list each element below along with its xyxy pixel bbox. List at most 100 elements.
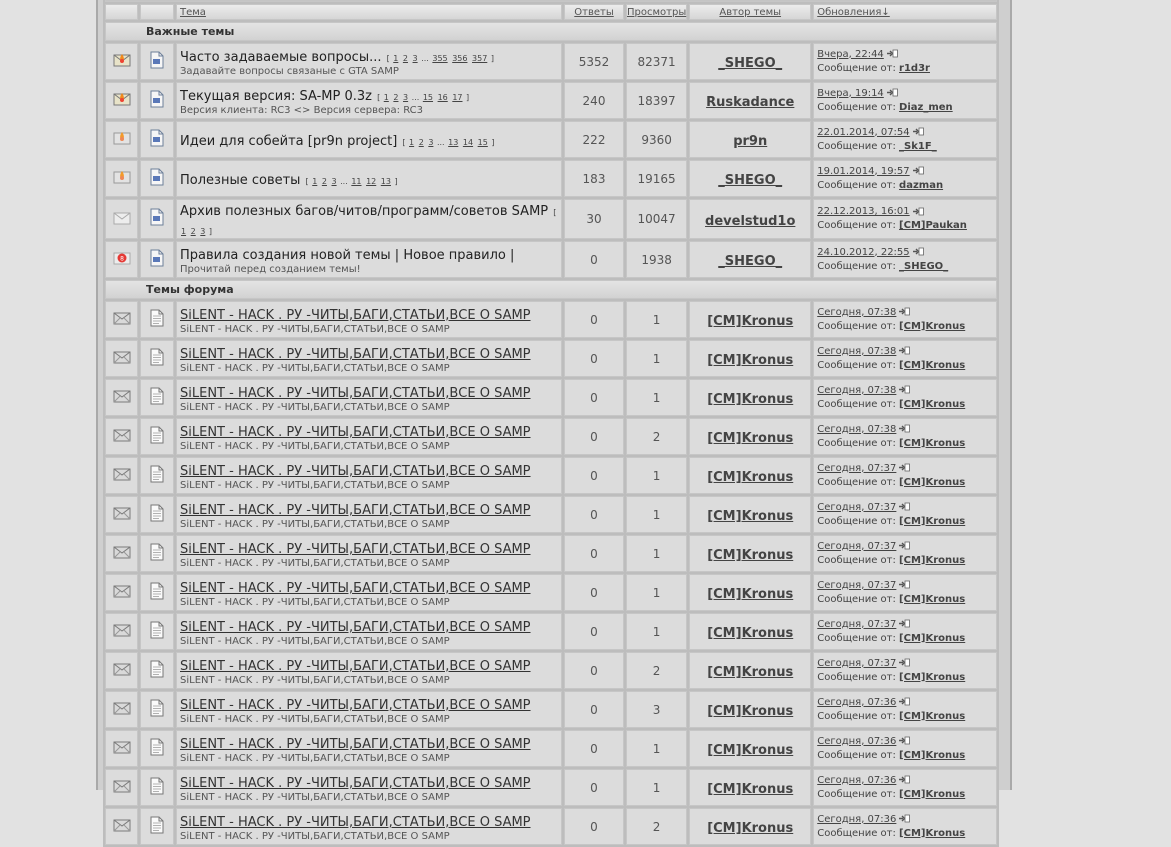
last-post-date-link[interactable]: Сегодня, 07:36 [817,814,896,825]
sort-by-updates-link[interactable]: Обновления↓ [817,7,890,18]
author-link[interactable]: Ruskadance [706,95,794,110]
last-post-user-link[interactable]: [CM]Kronus [899,672,965,683]
last-post-user-link[interactable]: [CM]Kronus [899,789,965,800]
go-to-last-post-icon[interactable] [898,580,911,589]
topic-title-link[interactable]: Идеи для собейта [pr9n project] [180,134,397,149]
page-link[interactable]: 2 [191,227,196,236]
last-post-user-link[interactable]: [CM]Kronus [899,711,965,722]
author-link[interactable]: [CM]Kronus [707,743,793,758]
page-link[interactable]: 1 [384,93,389,102]
last-post-date-link[interactable]: Сегодня, 07:37 [817,619,896,630]
go-to-last-post-icon[interactable] [898,619,911,628]
author-link[interactable]: [CM]Kronus [707,509,793,524]
go-to-last-post-icon[interactable] [912,127,924,136]
topic-title-link[interactable]: Текущая версия: SA-MP 0.3z [180,89,372,104]
go-to-last-post-icon[interactable] [912,207,924,216]
go-to-last-post-icon[interactable] [898,541,911,550]
last-post-user-link[interactable]: r1d3r [899,63,930,74]
author-link[interactable]: [CM]Kronus [707,821,793,836]
author-link[interactable]: _SHEGO_ [718,173,782,188]
author-link[interactable]: [CM]Kronus [707,470,793,485]
last-post-date-link[interactable]: 19.01.2014, 19:57 [817,166,909,177]
last-post-date-link[interactable]: Сегодня, 07:36 [817,697,896,708]
page-link[interactable]: 13 [381,177,391,186]
author-link[interactable]: [CM]Kronus [707,353,793,368]
topic-title-link[interactable]: SiLENT - HACK . РУ -ЧИТЫ,БАГИ,СТАТЬИ,ВСЕ… [180,386,531,401]
last-post-user-link[interactable]: [CM]Kronus [899,477,965,488]
page-link[interactable]: 15 [478,138,488,147]
last-post-user-link[interactable]: [CM]Paukan [899,220,967,231]
author-link[interactable]: [CM]Kronus [707,665,793,680]
last-post-date-link[interactable]: Сегодня, 07:37 [817,580,896,591]
go-to-last-post-icon[interactable] [898,736,911,745]
author-link[interactable]: [CM]Kronus [707,704,793,719]
last-post-user-link[interactable]: dazman [899,180,943,191]
topic-title-link[interactable]: Правила создания новой темы | Новое прав… [180,248,514,263]
last-post-date-link[interactable]: Сегодня, 07:37 [817,463,896,474]
last-post-user-link[interactable]: _Sk1F_ [899,141,937,152]
go-to-last-post-icon[interactable] [912,166,924,175]
author-link[interactable]: [CM]Kronus [707,548,793,563]
topic-title-link[interactable]: SiLENT - HACK . РУ -ЧИТЫ,БАГИ,СТАТЬИ,ВСЕ… [180,698,531,713]
go-to-last-post-icon[interactable] [886,49,898,58]
page-link[interactable]: 1 [181,227,186,236]
author-link[interactable]: [CM]Kronus [707,314,793,329]
page-link[interactable]: 357 [472,54,487,63]
last-post-user-link[interactable]: Diaz_men [899,102,953,113]
go-to-last-post-icon[interactable] [886,88,898,97]
last-post-date-link[interactable]: Сегодня, 07:37 [817,658,896,669]
last-post-user-link[interactable]: [CM]Kronus [899,321,965,332]
author-link[interactable]: pr9n [733,134,767,149]
topic-title-link[interactable]: SiLENT - HACK . РУ -ЧИТЫ,БАГИ,СТАТЬИ,ВСЕ… [180,308,531,323]
last-post-date-link[interactable]: Вчера, 19:14 [817,88,884,99]
last-post-date-link[interactable]: Сегодня, 07:38 [817,346,896,357]
last-post-user-link[interactable]: [CM]Kronus [899,594,965,605]
last-post-date-link[interactable]: Сегодня, 07:37 [817,541,896,552]
page-link[interactable]: 2 [393,93,398,102]
go-to-last-post-icon[interactable] [898,502,911,511]
go-to-last-post-icon[interactable] [898,814,911,823]
last-post-date-link[interactable]: 22.01.2014, 07:54 [817,127,909,138]
page-link[interactable]: 2 [322,177,327,186]
topic-title-link[interactable]: SiLENT - HACK . РУ -ЧИТЫ,БАГИ,СТАТЬИ,ВСЕ… [180,581,531,596]
go-to-last-post-icon[interactable] [898,307,911,316]
last-post-date-link[interactable]: 22.12.2013, 16:01 [817,206,909,217]
topic-title-link[interactable]: SiLENT - HACK . РУ -ЧИТЫ,БАГИ,СТАТЬИ,ВСЕ… [180,503,531,518]
page-link[interactable]: 1 [393,54,398,63]
sort-by-views-link[interactable]: Просмотры [627,7,686,18]
last-post-user-link[interactable]: [CM]Kronus [899,516,965,527]
topic-title-link[interactable]: SiLENT - HACK . РУ -ЧИТЫ,БАГИ,СТАТЬИ,ВСЕ… [180,425,531,440]
page-link[interactable]: 3 [428,138,433,147]
page-link[interactable]: 3 [200,227,205,236]
topic-title-link[interactable]: SiLENT - HACK . РУ -ЧИТЫ,БАГИ,СТАТЬИ,ВСЕ… [180,542,531,557]
last-post-user-link[interactable]: [CM]Kronus [899,555,965,566]
sort-by-replies-link[interactable]: Ответы [574,7,613,18]
go-to-last-post-icon[interactable] [912,247,924,256]
page-link[interactable]: 11 [351,177,361,186]
last-post-user-link[interactable]: _SHEGO_ [899,261,948,272]
page-link[interactable]: 1 [409,138,414,147]
page-link[interactable]: 17 [452,93,462,102]
last-post-date-link[interactable]: Вчера, 22:44 [817,49,884,60]
last-post-date-link[interactable]: Сегодня, 07:38 [817,385,896,396]
author-link[interactable]: [CM]Kronus [707,626,793,641]
go-to-last-post-icon[interactable] [898,463,911,472]
last-post-date-link[interactable]: Сегодня, 07:38 [817,307,896,318]
page-link[interactable]: 12 [366,177,376,186]
go-to-last-post-icon[interactable] [898,385,911,394]
last-post-date-link[interactable]: Сегодня, 07:36 [817,736,896,747]
topic-title-link[interactable]: SiLENT - HACK . РУ -ЧИТЫ,БАГИ,СТАТЬИ,ВСЕ… [180,464,531,479]
last-post-date-link[interactable]: Сегодня, 07:36 [817,775,896,786]
go-to-last-post-icon[interactable] [898,775,911,784]
sort-by-author-link[interactable]: Автор темы [719,7,781,18]
topic-title-link[interactable]: Архив полезных багов/читов/программ/сове… [180,204,548,219]
go-to-last-post-icon[interactable] [898,424,911,433]
topic-title-link[interactable]: SiLENT - HACK . РУ -ЧИТЫ,БАГИ,СТАТЬИ,ВСЕ… [180,737,531,752]
go-to-last-post-icon[interactable] [898,697,911,706]
page-link[interactable]: 3 [413,54,418,63]
last-post-date-link[interactable]: Сегодня, 07:37 [817,502,896,513]
last-post-user-link[interactable]: [CM]Kronus [899,360,965,371]
last-post-user-link[interactable]: [CM]Kronus [899,399,965,410]
author-link[interactable]: [CM]Kronus [707,431,793,446]
page-link[interactable]: 2 [403,54,408,63]
